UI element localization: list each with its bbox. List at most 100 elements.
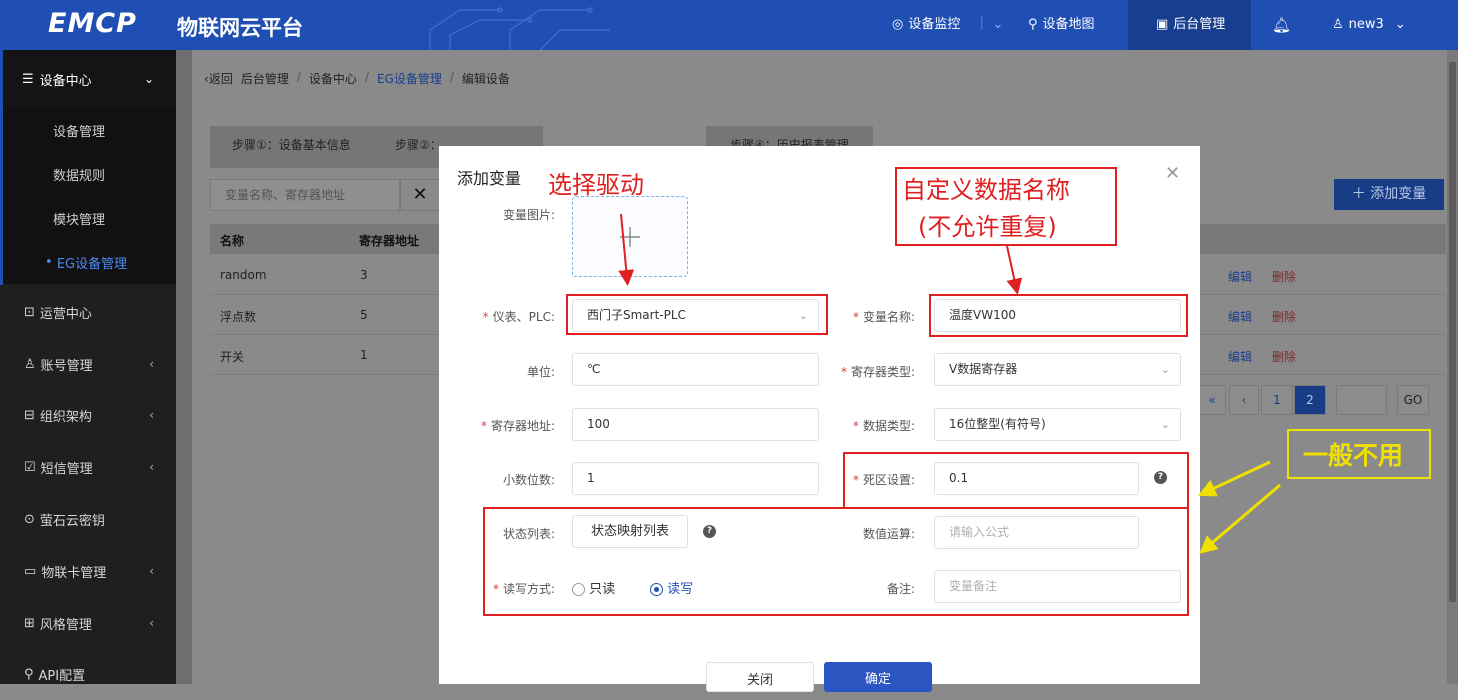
sidebar-item-operations[interactable]: ⊡ 运营中心 xyxy=(0,286,176,338)
tab-step-2[interactable]: 步骤②：网关、仪表管理 xyxy=(395,136,439,153)
nav-device-monitor[interactable]: ◎ 设备监控 ｜ ⌄ xyxy=(892,0,1003,50)
breadcrumb-item[interactable]: 后台管理 xyxy=(241,70,289,87)
user-icon: ♙ xyxy=(24,356,36,372)
back-link[interactable]: ‹返回 xyxy=(204,70,233,87)
column-header-name: 名称 xyxy=(220,234,245,248)
page-jump-input[interactable] xyxy=(1336,385,1387,415)
sidebar-item-api[interactable]: ⚲ API配置 xyxy=(0,648,176,700)
unit-label: 单位: xyxy=(526,365,555,379)
chevron-down-icon: ⌄ xyxy=(143,72,154,86)
register-type-label: * 寄存器类型: xyxy=(840,365,915,379)
sidebar-item-device-manage[interactable]: 设备管理 xyxy=(0,108,176,152)
close-button[interactable]: 关闭 xyxy=(706,662,814,692)
chevron-down-icon: ⌄ xyxy=(1394,17,1406,32)
delete-link[interactable]: 删除 xyxy=(1272,308,1296,325)
image-upload[interactable] xyxy=(572,196,688,277)
register-address-label: * 寄存器地址: xyxy=(480,419,555,433)
sidebar-item-ezviz-key[interactable]: ⊙ 萤石云密钥 xyxy=(0,493,176,545)
chevron-down-icon[interactable]: ｜ ⌄ xyxy=(975,0,1003,50)
annotation-box-plc xyxy=(566,294,828,335)
link-icon: ⚲ xyxy=(24,666,34,682)
sidebar-item-module-manage[interactable]: 模块管理 xyxy=(0,196,176,240)
annotation-box-optional xyxy=(483,507,1189,616)
bell-icon[interactable]: 🔔︎ xyxy=(1272,0,1291,50)
sidebar-item-org[interactable]: ⊟ 组织架构 ‹ xyxy=(0,389,176,441)
user-pin-icon: ⚲ xyxy=(1028,17,1038,32)
register-address-input[interactable]: 100 xyxy=(572,408,819,441)
register-type-select[interactable]: V数据寄存器 ⌄ xyxy=(934,353,1181,386)
chevron-down-icon: ⌄ xyxy=(1160,418,1170,431)
edit-link[interactable]: 编辑 xyxy=(1228,348,1252,365)
nav-device-map[interactable]: ⚲ 设备地图 xyxy=(1028,0,1095,50)
platform-title: 物联网云平台 xyxy=(177,16,303,40)
annotation-no-duplicate: (不允许重复) xyxy=(918,213,1057,241)
annotation-box-deadband xyxy=(843,452,1189,509)
user-menu[interactable]: ♙ new3 ⌄ xyxy=(1332,0,1406,50)
search-input[interactable]: 变量名称、寄存器地址 xyxy=(210,179,400,211)
page-scrollbar-thumb[interactable] xyxy=(1449,62,1456,602)
annotation-rarely-used: 一般不用 xyxy=(1303,441,1404,470)
delete-link[interactable]: 删除 xyxy=(1272,348,1296,365)
decimals-label: 小数位数: xyxy=(502,473,555,487)
annotation-select-driver: 选择驱动 xyxy=(548,171,644,199)
grid-icon: ⊞ xyxy=(24,615,35,631)
nav-backend[interactable]: ▣ 后台管理 xyxy=(1128,0,1251,50)
sidebar-item-eg-device[interactable]: • EG设备管理 xyxy=(0,240,176,284)
monitor-icon: ◎ xyxy=(892,17,904,32)
page-button[interactable]: 1 xyxy=(1261,385,1293,415)
sidebar-item-style[interactable]: ⊞ 风格管理 ‹ xyxy=(0,597,176,649)
prev-page-button[interactable]: ‹ xyxy=(1229,385,1259,415)
column-header-addr: 寄存器地址 xyxy=(359,234,420,248)
cell-name: 开关 xyxy=(220,350,245,364)
cell-addr: 3 xyxy=(360,268,368,282)
sidebar-scrollbar[interactable] xyxy=(176,50,192,684)
page-button-current[interactable]: 2 xyxy=(1294,385,1326,415)
data-type-label: * 数据类型: xyxy=(852,419,915,433)
sidebar-item-sms[interactable]: ☑ 短信管理 ‹ xyxy=(0,441,176,493)
data-type-select[interactable]: 16位整型(有符号) ⌄ xyxy=(934,408,1181,441)
delete-link[interactable]: 删除 xyxy=(1272,268,1296,285)
cell-name: random xyxy=(220,268,267,282)
cell-name: 浮点数 xyxy=(220,310,257,324)
chevron-left-icon: ‹ xyxy=(149,460,154,474)
active-indicator xyxy=(0,50,3,285)
first-page-button[interactable]: « xyxy=(1198,385,1226,415)
user-icon: ♙ xyxy=(1332,17,1344,32)
image-label: 变量图片: xyxy=(502,208,555,222)
server-icon: ☰ xyxy=(22,71,34,87)
sidebar-group-device-center[interactable]: ☰ 设备中心 ⌄ xyxy=(0,50,176,108)
annotation-custom-name: 自定义数据名称 xyxy=(902,176,1070,204)
sidebar-item-data-rules[interactable]: 数据规则 xyxy=(0,152,176,196)
plus-icon xyxy=(620,227,640,247)
breadcrumb-item[interactable]: EG设备管理 xyxy=(377,70,442,87)
sidebar-item-iot-card[interactable]: ▭ 物联卡管理 ‹ xyxy=(0,545,176,597)
logo[interactable]: EMCP xyxy=(48,8,137,39)
key-icon: ⊙ xyxy=(24,511,35,527)
unit-input[interactable]: ℃ xyxy=(572,353,819,386)
close-icon[interactable]: ✕ xyxy=(1165,163,1180,184)
card-icon: ▭ xyxy=(24,563,37,579)
monitor-screen-icon: ▣ xyxy=(1156,17,1169,32)
confirm-button[interactable]: 确定 xyxy=(824,662,932,692)
breadcrumb: ‹返回 后台管理 / 设备中心 / EG设备管理 / 编辑设备 xyxy=(204,70,510,87)
edit-link[interactable]: 编辑 xyxy=(1228,308,1252,325)
bullet-icon: • xyxy=(45,254,57,270)
plc-label: * 仪表、PLC: xyxy=(482,310,555,324)
annotation-box-name xyxy=(929,294,1188,337)
breadcrumb-item[interactable]: 设备中心 xyxy=(309,70,357,87)
clear-icon[interactable]: ✕ xyxy=(400,179,440,211)
add-variable-button[interactable]: ＋ 添加变量 xyxy=(1334,179,1444,210)
chevron-left-icon: ‹ xyxy=(149,616,154,630)
decimals-input[interactable]: 1 xyxy=(572,462,819,495)
edit-link[interactable]: 编辑 xyxy=(1228,268,1252,285)
sidebar-item-accounts[interactable]: ♙ 账号管理 ‹ xyxy=(0,338,176,390)
org-icon: ⊟ xyxy=(24,407,35,423)
cell-addr: 5 xyxy=(360,308,368,322)
message-icon: ☑ xyxy=(24,459,36,475)
chevron-down-icon: ⌄ xyxy=(1160,363,1170,376)
cell-addr: 1 xyxy=(360,348,368,362)
dialog-title: 添加变量 xyxy=(457,169,522,188)
tab-step-1[interactable]: 步骤①：设备基本信息 xyxy=(232,136,351,153)
chart-icon: ⊡ xyxy=(24,304,35,320)
go-button[interactable]: GO xyxy=(1397,385,1429,415)
